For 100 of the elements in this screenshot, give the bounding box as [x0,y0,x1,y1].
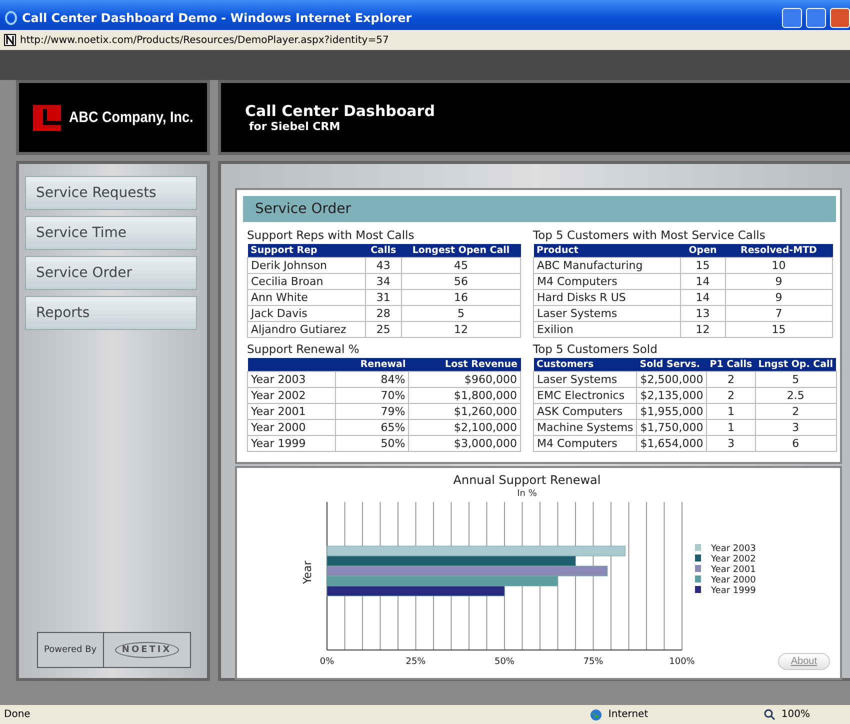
column-header: Sold Servs. [636,358,707,372]
table-cell: $1,750,000 [636,420,707,436]
table-cell: Laser Systems [534,372,637,388]
table-cell: 25 [365,322,402,338]
table-cell: 2 [755,404,836,420]
nav-item[interactable]: Service Order [25,256,197,290]
nav-item[interactable]: Service Requests [25,176,197,210]
axis-tick-label: 75% [583,657,604,667]
table-cell: $1,260,000 [408,404,520,420]
table-cell: Year 2000 [248,420,336,436]
browser-icon [4,11,18,25]
table-cell: 3 [755,420,836,436]
table-cell: 5 [755,372,836,388]
nav-item[interactable]: Service Time [25,216,197,250]
column-header: Product [534,244,681,258]
table-cell: 79% [336,404,409,420]
column-header: Open [680,244,725,258]
table-title: Top 5 Customers Sold [533,342,658,356]
table-cell: 7 [725,306,832,322]
table-cell: 2.5 [755,388,836,404]
column-header: P1 Calls [706,358,756,372]
window-title: Call Center Dashboard Demo - Windows Internet Explorer [22,11,413,25]
table-cell: 12 [402,322,520,338]
table-cell: 1 [706,420,756,436]
table-cell: Hard Disks R US [534,290,681,306]
table-cell: Derik Johnson [248,258,366,274]
table-cell: 70% [336,388,409,404]
table-cell: 14 [680,290,725,306]
close-button[interactable] [830,8,850,28]
table-cell: 5 [402,306,520,322]
table-cell: ABC Manufacturing [534,258,681,274]
legend-label: Year 2002 [711,554,756,564]
table-cell: Ann White [248,290,366,306]
table-cell: 6 [755,436,836,452]
company-name: ABC Company, Inc. [68,109,194,126]
table-cell: 15 [725,322,832,338]
table-cell: 84% [336,372,409,388]
table-cell: Laser Systems [534,306,681,322]
status-text: Done [4,709,32,720]
dashboard-title: Call Center Dashboard [245,102,436,120]
column-header: Lost Revenue [408,358,520,372]
column-header: Customers [534,358,637,372]
table-cell: 28 [365,306,402,322]
chart-title: Annual Support Renewal [453,473,601,487]
legend-label: Year 2003 [711,544,756,554]
axis-tick-label: 50% [494,657,514,667]
powered-by-label: Powered By [38,633,104,667]
table-cell: 13 [680,306,725,322]
table-cell: $2,100,000 [408,420,520,436]
table-cell: Year 2003 [248,372,336,388]
table-cell: Year 2002 [248,388,336,404]
table-cell: 50% [336,436,409,452]
site-icon [4,34,16,46]
table-cell: 16 [402,290,520,306]
zone-text: Internet [608,709,650,720]
globe-icon [590,708,602,720]
table-cell: Year 1999 [248,436,336,452]
minimize-button[interactable] [782,8,802,28]
column-header: Support Rep [248,244,366,258]
logo-icon [33,104,61,130]
table-cell: 65% [336,420,409,436]
table-cell: 1 [706,404,756,420]
table-cell: Jack Davis [248,306,366,322]
table-cell: 12 [680,322,725,338]
table-cell: $1,654,000 [636,436,707,452]
maximize-button[interactable] [806,8,826,28]
legend-label: Year 2001 [711,565,756,575]
column-header: Longest Open Call [402,244,520,258]
table-cell: M4 Computers [534,274,681,290]
table-cell: 3 [706,436,756,452]
table-cell: 9 [725,274,832,290]
table-cell: 9 [725,290,832,306]
table-cell: 45 [402,258,520,274]
table-cell: $2,135,000 [636,388,707,404]
table-cell: Machine Systems [534,420,637,436]
legend-label: Year 1999 [711,586,756,596]
axis-tick-label: 0% [320,657,334,667]
legend-label: Year 2000 [711,576,756,586]
zoom-icon [764,709,776,720]
panel-title: Service Order [243,196,836,222]
table-title: Support Renewal % [247,342,360,356]
table-cell: 14 [680,274,725,290]
table-cell: 43 [365,258,402,274]
table-title: Top 5 Customers with Most Service Calls [533,228,766,242]
table-cell: $1,800,000 [408,388,520,404]
table-title: Support Reps with Most Calls [247,228,416,242]
table-cell: $2,500,000 [636,372,707,388]
zoom-level[interactable]: 100% [781,709,810,720]
dashboard-subtitle: for Siebel CRM [249,120,342,133]
table-cell: EMC Electronics [534,388,637,404]
nav-item[interactable]: Reports [25,296,197,330]
table-cell: 31 [365,290,402,306]
table-cell: Aljandro Gutiarez [248,322,366,338]
partner-logo: NOETIX [114,642,179,658]
table-cell: $3,000,000 [408,436,520,452]
chart-subtitle: In % [517,489,537,499]
axis-tick-label: 25% [406,657,426,667]
table-cell: Exilion [534,322,681,338]
table-cell: $960,000 [408,372,520,388]
column-header: Resolved-MTD [725,244,832,258]
